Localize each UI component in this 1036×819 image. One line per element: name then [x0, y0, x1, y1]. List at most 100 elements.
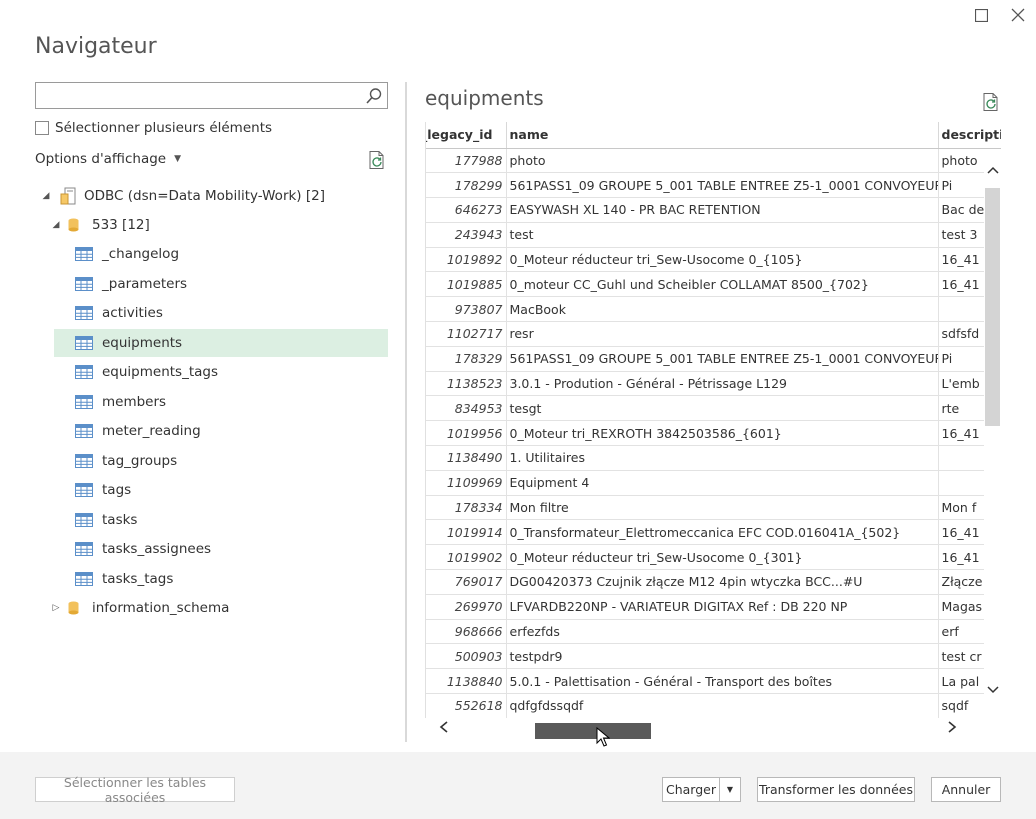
table-icon: [75, 512, 93, 527]
table-row[interactable]: 646273 EASYWASH XL 140 - PR BAC RETENTION…: [426, 197, 1001, 223]
scroll-up-icon[interactable]: [984, 164, 1001, 180]
table-row[interactable]: 1138840 5.0.1 - Palettisation - Général -…: [426, 668, 1001, 695]
pane-divider[interactable]: [405, 82, 407, 742]
legacy-id-cell: 1019914: [426, 519, 507, 546]
table-row[interactable]: 973807 MacBook: [426, 296, 1001, 323]
table-label: activities: [102, 305, 163, 321]
load-button[interactable]: Charger: [662, 777, 720, 802]
table-row[interactable]: 1019885 0_moteur CC_Guhl und Scheibler CO…: [426, 271, 1001, 298]
scroll-down-icon[interactable]: [984, 684, 1001, 700]
mouse-cursor-icon: [596, 727, 610, 747]
load-options-dropdown[interactable]: ▼: [719, 777, 741, 802]
table-row[interactable]: 968666 erfezfds erf: [426, 619, 1001, 645]
name-cell: Mon filtre: [506, 495, 939, 521]
close-icon: [1011, 8, 1025, 22]
name-cell: tesgt: [506, 395, 939, 422]
legacy-id-cell: 1138840: [426, 668, 507, 695]
table-label: members: [102, 393, 167, 410]
scroll-left-icon[interactable]: [439, 720, 449, 738]
table-row[interactable]: 243943 test test 3: [426, 222, 1001, 248]
chevron-down-icon: ▼: [726, 785, 734, 794]
table-row[interactable]: 1138523 3.0.1 - Prodution - Général - Pét…: [426, 371, 1001, 397]
tree-table-activities[interactable]: activities: [54, 299, 388, 327]
search-icon[interactable]: [365, 87, 383, 105]
tree-schema-533[interactable]: ◢ 533 [12]: [50, 211, 150, 239]
column-header[interactable]: _legacy_id: [426, 122, 507, 149]
legacy-id-cell: 1138523: [426, 371, 507, 397]
column-header[interactable]: descriptio: [938, 122, 1001, 149]
legacy-id-cell: 1019892: [426, 247, 507, 273]
table-row[interactable]: 269970 LFVARDB220NP - VARIATEUR DIGITAX R…: [426, 594, 1001, 620]
table-row[interactable]: 1019914 0_Transformateur_Elettromeccanica…: [426, 519, 1001, 546]
scroll-right-icon[interactable]: [947, 720, 957, 738]
name-cell: MacBook: [506, 296, 939, 323]
tree-table-tasks-tags[interactable]: tasks_tags: [54, 565, 388, 593]
tree-table-tasks[interactable]: tasks: [54, 506, 388, 534]
table-row[interactable]: 1019892 0_Moteur réducteur tri_Sew-Usocom…: [426, 247, 1001, 273]
display-options-dropdown[interactable]: Options d'affichage ▼: [35, 151, 181, 167]
horizontal-scroll-thumb[interactable]: [535, 723, 651, 739]
tree-table-tags[interactable]: tags: [54, 476, 388, 504]
multi-select-checkbox[interactable]: [35, 121, 49, 135]
table-icon: [75, 306, 93, 320]
table-row[interactable]: 1019956 0_Moteur tri_REXROTH 3842503586_{…: [426, 420, 1001, 447]
legacy-id-cell: 178334: [426, 495, 507, 521]
legacy-id-cell: 1138490: [426, 445, 507, 471]
tree-schema-information[interactable]: ▷ information_schema: [50, 594, 230, 622]
name-cell: testpdr9: [506, 643, 939, 670]
tree-table-tasks-assignees[interactable]: tasks_assignees: [54, 535, 388, 563]
vertical-scroll-thumb[interactable]: [985, 188, 1000, 426]
tree-table-equipments-tags[interactable]: equipments_tags: [54, 358, 388, 386]
table-icon: [75, 276, 93, 291]
column-header[interactable]: name: [506, 122, 939, 149]
table-row[interactable]: 178334 Mon filtre Mon f: [426, 495, 1001, 521]
name-cell: 561PASS1_09 GROUPE 5_001 TABLE ENTREE Z5…: [506, 346, 939, 372]
table-label: tasks_assignees: [102, 541, 212, 557]
table-row[interactable]: 1109969 Equipment 4: [426, 470, 1001, 496]
cancel-button[interactable]: Annuler: [931, 777, 1001, 802]
search-box[interactable]: [35, 82, 388, 109]
table-row[interactable]: 1102717 resr sdfsfd: [426, 321, 1001, 347]
refresh-icon[interactable]: [367, 150, 387, 170]
table-row[interactable]: 552618 qdfgfdssqdf sqdf: [426, 693, 1001, 718]
tree-table-equipments[interactable]: equipments: [54, 328, 388, 357]
tree-table-meter-reading[interactable]: meter_reading: [54, 417, 388, 445]
table-icon: [75, 571, 93, 586]
database-icon: [68, 601, 79, 615]
close-button[interactable]: [1007, 4, 1029, 26]
table-row[interactable]: 500903 testpdr9 test cr: [426, 643, 1001, 670]
legacy-id-cell: 1109969: [426, 470, 507, 496]
tree-table-tag-groups[interactable]: tag_groups: [54, 447, 388, 475]
table-label: tags: [102, 482, 132, 498]
table-row[interactable]: 177988 photo photo: [426, 148, 1001, 174]
table-row[interactable]: 178299 561PASS1_09 GROUPE 5_001 TABLE ENT…: [426, 172, 1001, 199]
tree-table-changelog[interactable]: _changelog: [54, 240, 388, 268]
tree-table-parameters[interactable]: _parameters: [54, 270, 388, 298]
transform-data-button[interactable]: Transformer les données: [757, 777, 915, 802]
tree-table-members[interactable]: members: [54, 388, 388, 416]
table-row[interactable]: 178329 561PASS1_09 GROUPE 5_001 TABLE ENT…: [426, 346, 1001, 372]
multi-select-toggle[interactable]: Sélectionner plusieurs éléments: [35, 120, 272, 136]
search-input[interactable]: [36, 83, 356, 108]
collapse-icon[interactable]: ◢: [40, 191, 52, 201]
vertical-scrollbar[interactable]: [984, 160, 1001, 720]
select-related-tables-button[interactable]: Sélectionner les tables associées: [35, 775, 235, 805]
preview-grid[interactable]: _legacy_id name descriptio 177988photoph…: [425, 122, 1001, 718]
server-icon: [60, 187, 76, 205]
horizontal-scrollbar[interactable]: [425, 720, 984, 740]
tree-datasource[interactable]: ◢ ODBC (dsn=Data Mobility-Work) [2]: [40, 182, 325, 210]
table-row[interactable]: 834953 tesgt rte: [426, 395, 1001, 422]
refresh-icon[interactable]: [981, 92, 1001, 112]
table-icon: [75, 335, 93, 350]
name-cell: 3.0.1 - Prodution - Général - Pétrissage…: [506, 371, 939, 397]
maximize-button[interactable]: [970, 4, 992, 26]
table-row[interactable]: 1019902 0_Moteur réducteur tri_Sew-Usocom…: [426, 544, 1001, 571]
table-label: equipments: [102, 334, 183, 351]
table-row[interactable]: 769017 DG00420373 Czujnik złącze M12 4pin…: [426, 569, 1001, 595]
table-row[interactable]: 1138490 1. Utilitaires: [426, 445, 1001, 471]
expand-icon[interactable]: ▷: [50, 603, 62, 613]
datasource-label: ODBC (dsn=Data Mobility-Work) [2]: [84, 188, 325, 204]
table-label: _changelog: [102, 246, 180, 262]
legacy-id-cell: 269970: [426, 594, 507, 620]
collapse-icon[interactable]: ◢: [50, 220, 62, 230]
